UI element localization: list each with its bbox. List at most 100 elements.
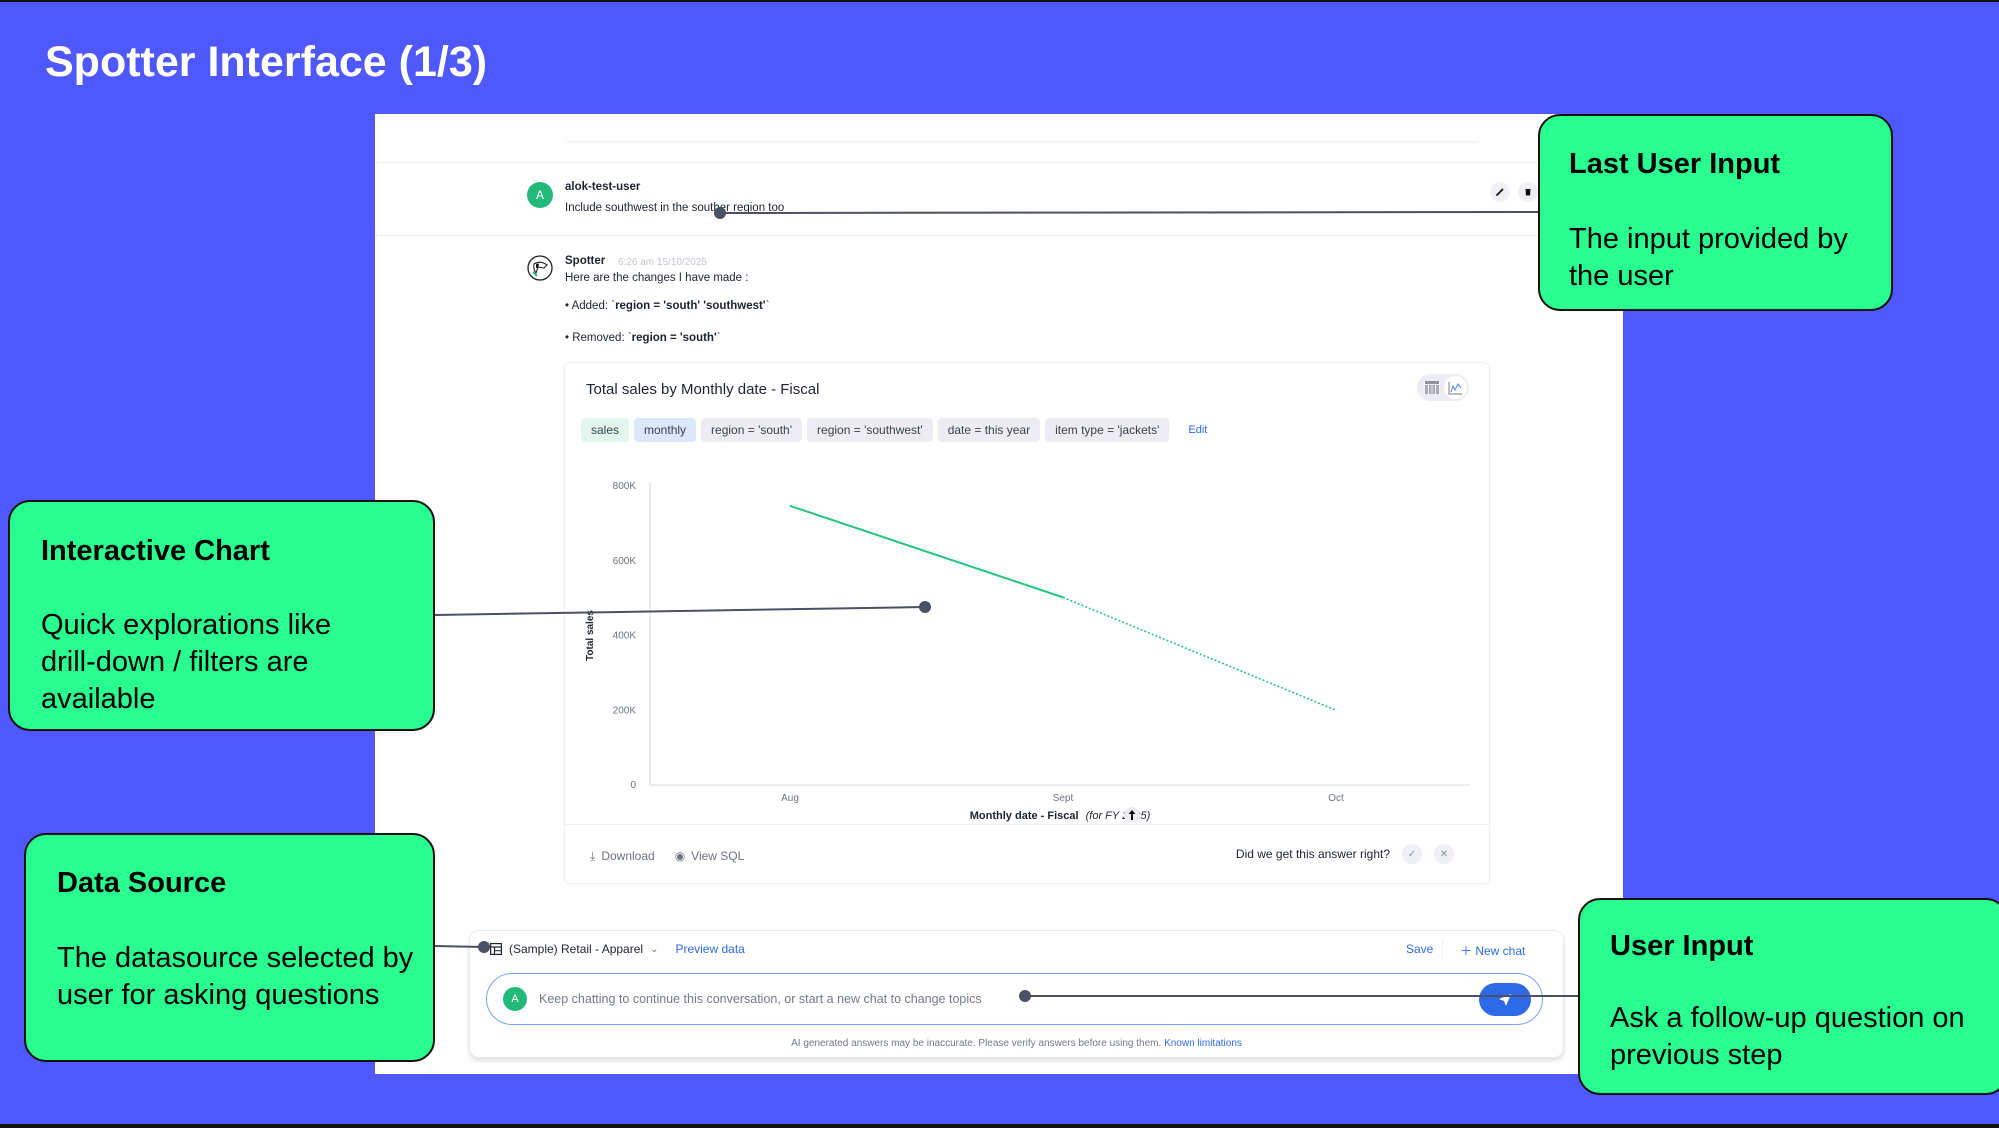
- chevron-down-icon[interactable]: ⌄: [650, 944, 658, 955]
- chat-input-card: (Sample) Retail - Apparel ⌄ Preview data…: [469, 930, 1564, 1058]
- delete-message-button[interactable]: [1518, 182, 1538, 202]
- pencil-icon: [1496, 188, 1504, 196]
- edit-query-link[interactable]: Edit: [1188, 424, 1207, 436]
- feedback-question: Did we get this answer right?: [1235, 847, 1390, 861]
- user-avatar: A: [503, 987, 527, 1011]
- datasource-selector[interactable]: (Sample) Retail - Apparel ⌄ Preview data: [490, 942, 745, 956]
- card-footer-divider: [565, 824, 1489, 825]
- edit-message-button[interactable]: [1490, 182, 1510, 202]
- callout-title: Interactive Chart: [41, 535, 270, 567]
- table-icon: [490, 943, 502, 955]
- y-tick-label: 0: [630, 780, 636, 791]
- sort-ascending-button[interactable]: [1124, 807, 1140, 823]
- spotter-logo-icon: [527, 255, 553, 281]
- callout-title: Last User Input: [1569, 148, 1781, 180]
- feedback: Did we get this answer right? ✓ ✕: [1236, 844, 1454, 864]
- change-removed: • Removed: `region = 'south'`: [565, 332, 721, 344]
- plus-icon: ＋: [1460, 944, 1476, 958]
- x-axis-label: Monthly date - Fiscal (for FY 2025): [970, 810, 1151, 822]
- y-axis-label: Total sales: [585, 610, 596, 661]
- change-code: region = 'south': [631, 332, 717, 344]
- view-sql-label: View SQL: [691, 849, 745, 863]
- callout-interactive-chart: Interactive Chart Quick explorations lik…: [8, 500, 435, 731]
- divider: [375, 162, 1623, 163]
- card-footer-actions: ⤓ Download ◉ View SQL: [590, 849, 744, 864]
- message-timestamp: 6:26 am 15/10/2025: [618, 257, 707, 268]
- divider: [375, 235, 1623, 236]
- new-chat-label: New chat: [1475, 944, 1526, 958]
- bottom-border: [0, 1124, 1999, 1128]
- y-tick-label: 400K: [613, 631, 637, 642]
- user-avatar: A: [527, 182, 553, 208]
- chip-filter[interactable]: item type = 'jackets': [1045, 418, 1170, 442]
- chip-measure[interactable]: sales: [581, 418, 630, 442]
- y-tick-label: 600K: [613, 556, 637, 567]
- change-prefix: • Removed: `: [565, 332, 632, 344]
- trash-icon: [1525, 189, 1531, 196]
- y-tick-label: 800K: [613, 481, 637, 492]
- spotter-name: Spotter: [565, 255, 606, 267]
- send-button[interactable]: [1479, 983, 1531, 1016]
- view-toggle[interactable]: [1417, 374, 1469, 401]
- callout-user-input: User Input Ask a follow-up question on p…: [1578, 898, 1999, 1095]
- chat-input[interactable]: [539, 988, 1439, 1010]
- callout-body: The datasource selected by user for aski…: [57, 942, 414, 1011]
- chip-filter[interactable]: date = this year: [937, 418, 1041, 442]
- x-tick-label: Aug: [781, 793, 799, 804]
- known-limitations-link[interactable]: Known limitations: [1164, 1038, 1242, 1049]
- download-button[interactable]: ⤓ Download: [590, 849, 655, 864]
- spotter-panel: A alok-test-user Include southwest in th…: [375, 114, 1623, 1074]
- disclaimer: AI generated answers may be inaccurate. …: [470, 1038, 1563, 1049]
- chip-filter[interactable]: region = 'south': [701, 418, 803, 442]
- send-icon: [1499, 993, 1511, 1006]
- disclaimer-text: AI generated answers may be inaccurate. …: [791, 1038, 1162, 1049]
- chat-input-box[interactable]: A: [486, 973, 1543, 1025]
- callout-title: User Input: [1610, 930, 1754, 962]
- download-label: Download: [601, 849, 655, 863]
- chip-attribute[interactable]: monthly: [634, 418, 697, 442]
- chart-view-button[interactable]: [1444, 376, 1467, 399]
- x-axis-label-main: Monthly date - Fiscal: [970, 810, 1079, 822]
- separator: [1442, 939, 1443, 959]
- preview-data-link[interactable]: Preview data: [675, 942, 744, 956]
- download-icon: ⤓: [590, 849, 596, 863]
- table-view-icon[interactable]: [1425, 381, 1439, 394]
- answer-card: Total sales by Monthly date - Fiscal sal…: [564, 362, 1490, 884]
- x-tick-label: Sept: [1053, 793, 1074, 804]
- line-chart-icon: [1448, 381, 1462, 395]
- x-tick-label: Oct: [1328, 793, 1344, 804]
- callout-data-source: Data Source The datasource selected by u…: [24, 833, 435, 1062]
- chip-filter[interactable]: region = 'southwest': [807, 418, 933, 442]
- series-line-projected-segment: [1062, 596, 1337, 711]
- thumbs-up-button[interactable]: ✓: [1402, 844, 1422, 864]
- answer-title: Total sales by Monthly date - Fiscal: [586, 381, 820, 398]
- change-suffix: `: [765, 300, 770, 312]
- user-name: alok-test-user: [565, 181, 641, 193]
- save-button[interactable]: Save: [1406, 942, 1433, 956]
- new-chat-button[interactable]: ＋ New chat: [1460, 942, 1525, 959]
- callout-title: Data Source: [57, 867, 227, 899]
- spotter-message-intro: Here are the changes I have made :: [565, 272, 749, 284]
- close-icon: ✕: [1439, 848, 1449, 860]
- series-line-segment: [789, 504, 1064, 599]
- previous-message-edge: [565, 138, 1480, 142]
- change-suffix: `: [716, 332, 721, 344]
- eye-icon: ◉: [674, 849, 686, 863]
- callout-last-user-input: Last User Input The input provided by th…: [1538, 114, 1893, 311]
- callout-body: Ask a follow-up question on previous ste…: [1610, 1002, 1965, 1071]
- change-code: region = 'south' 'southwest': [615, 300, 766, 312]
- datasource-name: (Sample) Retail - Apparel: [509, 942, 644, 956]
- callout-body: Quick explorations like drill-down / fil…: [41, 609, 332, 715]
- x-axis-label-suffix: (for FY 2025): [1086, 810, 1151, 822]
- slide-title: Spotter Interface (1/3): [45, 38, 488, 86]
- thumbs-down-button[interactable]: ✕: [1434, 844, 1454, 864]
- view-sql-button[interactable]: ◉ View SQL: [675, 849, 745, 864]
- query-chips: sales monthly region = 'south' region = …: [581, 418, 1207, 442]
- line-chart[interactable]: 0 200K 400K 600K 800K Aug Sept Oct Total sales…: [565, 453, 1491, 823]
- change-added: • Added: `region = 'south' 'southwest'`: [565, 300, 769, 312]
- change-prefix: • Added: `: [565, 300, 616, 312]
- y-tick-label: 200K: [613, 705, 637, 716]
- top-border: [0, 0, 1999, 2]
- check-icon: ✓: [1407, 848, 1417, 860]
- callout-body: The input provided by the user: [1569, 223, 1848, 292]
